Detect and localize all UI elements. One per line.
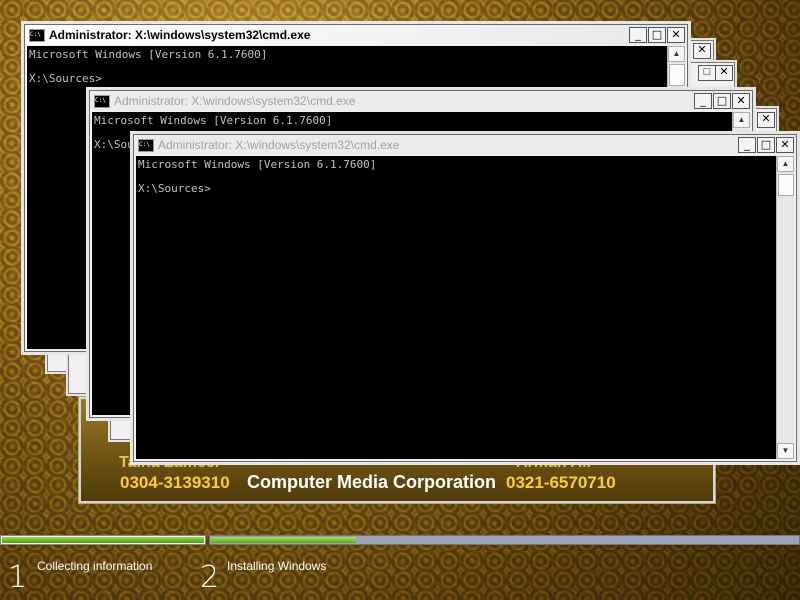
- scroll-up-arrow[interactable]: ▲: [668, 46, 685, 62]
- scroll-down-arrow[interactable]: ▼: [777, 443, 794, 459]
- close-button[interactable]: ✕: [693, 43, 711, 59]
- window-title: Administrator: X:\windows\system32\cmd.e…: [49, 28, 311, 42]
- scroll-up-arrow[interactable]: ▲: [733, 112, 750, 128]
- step-number: 1: [8, 560, 28, 595]
- cmd-app-icon: C:\: [138, 138, 154, 152]
- contact-right-phone: 0321-6570710: [506, 473, 616, 492]
- close-button[interactable]: ✕: [757, 112, 775, 128]
- step-number: 2: [200, 560, 220, 595]
- close-button[interactable]: ✕: [776, 137, 794, 153]
- close-button[interactable]: ✕: [667, 27, 685, 43]
- cmd-app-icon: C:\: [29, 28, 45, 42]
- contact-left-phone: 0304-3139310: [120, 473, 230, 492]
- progress-segment-installing: [209, 535, 800, 545]
- minimize-button[interactable]: _: [694, 93, 712, 109]
- window-title: Administrator: X:\windows\system32\cmd.e…: [114, 94, 356, 108]
- title-bar[interactable]: C:\ Administrator: X:\windows\system32\c…: [134, 135, 796, 155]
- progress-segment-collecting: [0, 535, 206, 545]
- window-title: Administrator: X:\windows\system32\cmd.e…: [158, 138, 400, 152]
- progress-fill: [2, 537, 204, 543]
- scroll-up-arrow[interactable]: ▲: [777, 156, 794, 172]
- minimize-button[interactable]: _: [629, 27, 647, 43]
- title-bar[interactable]: C:\ Administrator: X:\windows\system32\c…: [25, 25, 687, 45]
- maximize-button[interactable]: □: [648, 27, 666, 43]
- step-label: Installing Windows: [227, 559, 327, 573]
- scroll-thumb[interactable]: [778, 174, 794, 196]
- vertical-scrollbar[interactable]: ▲ ▼: [776, 156, 794, 459]
- console-output[interactable]: Microsoft Windows [Version 6.1.7600] X:\…: [136, 156, 776, 459]
- minimize-button[interactable]: _: [738, 137, 756, 153]
- close-button[interactable]: ✕: [732, 93, 750, 109]
- progress-fill: [211, 537, 356, 543]
- maximize-button[interactable]: □: [713, 93, 731, 109]
- cmd-app-icon: C:\: [94, 94, 110, 108]
- scroll-thumb[interactable]: [669, 64, 685, 86]
- cmd-window[interactable]: C:\ Administrator: X:\windows\system32\c…: [133, 134, 797, 462]
- close-button[interactable]: ✕: [715, 65, 733, 81]
- setup-progress-bar: [0, 535, 800, 545]
- company-name: Computer Media Corporation: [247, 472, 497, 492]
- maximize-button[interactable]: □: [698, 65, 716, 81]
- title-bar[interactable]: C:\ Administrator: X:\windows\system32\c…: [90, 91, 752, 111]
- step-label: Collecting information: [37, 559, 153, 573]
- maximize-button[interactable]: □: [757, 137, 775, 153]
